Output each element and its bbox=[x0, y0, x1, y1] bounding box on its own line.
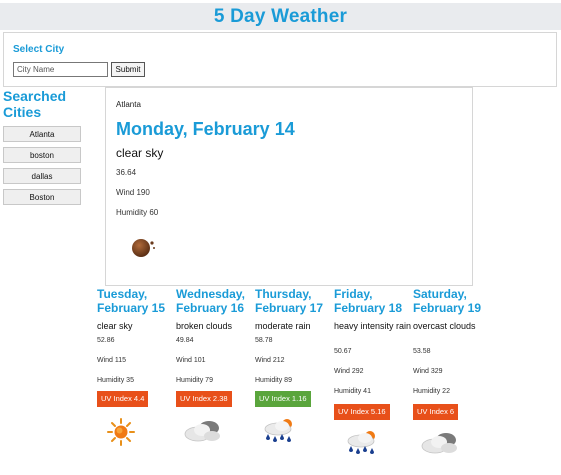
forecast-date: Wednesday, February 16 bbox=[176, 287, 245, 315]
forecast-day: Friday, February 18 heavy intensity rain… bbox=[334, 287, 414, 454]
forecast-description: broken clouds bbox=[176, 321, 233, 331]
forecast-date: Friday, February 18 bbox=[334, 287, 403, 315]
forecast-day: Tuesday, February 15 clear sky 52.86 Win… bbox=[97, 287, 177, 446]
forecast-humidity: Humidity 41 bbox=[334, 388, 371, 395]
forecast-temperature: 53.58 bbox=[413, 348, 431, 355]
searched-cities-title: Searched Cities bbox=[3, 88, 67, 120]
forecast-wind: Wind 329 bbox=[413, 368, 443, 375]
current-wind: Wind 190 bbox=[116, 188, 150, 197]
forecast-date: Thursday, February 17 bbox=[255, 287, 324, 315]
city-name-input[interactable] bbox=[13, 62, 108, 77]
forecast-date: Saturday, February 19 bbox=[413, 287, 482, 315]
forecast-date: Tuesday, February 15 bbox=[97, 287, 166, 315]
history-city-button[interactable]: Atlanta bbox=[3, 126, 81, 142]
forecast-humidity: Humidity 89 bbox=[255, 377, 292, 384]
current-humidity: Humidity 60 bbox=[116, 208, 159, 217]
forecast-description: overcast clouds bbox=[413, 321, 476, 331]
cloud-icon bbox=[421, 433, 457, 454]
forecast-day: Wednesday, February 16 broken clouds 49.… bbox=[176, 287, 256, 442]
app-header: 5 Day Weather bbox=[0, 3, 561, 30]
forecast-temperature: 58.78 bbox=[255, 337, 273, 344]
history-city-button[interactable]: boston bbox=[3, 147, 81, 163]
forecast-description: moderate rain bbox=[255, 321, 311, 331]
forecast-humidity: Humidity 22 bbox=[413, 388, 450, 395]
current-temperature: 36.64 bbox=[116, 168, 137, 177]
submit-button[interactable]: Submit bbox=[111, 62, 145, 77]
sun-icon bbox=[107, 418, 135, 446]
forecast-wind: Wind 212 bbox=[255, 357, 285, 364]
forecast-wind: Wind 101 bbox=[176, 357, 206, 364]
rain-icon bbox=[347, 431, 375, 454]
forecast-temperature: 49.84 bbox=[176, 337, 194, 344]
forecast-description: heavy intensity rain bbox=[334, 321, 412, 331]
uv-index-badge: UV Index 5.16 bbox=[334, 404, 390, 420]
history-city-button[interactable]: Boston bbox=[3, 189, 81, 205]
uv-index-badge: UV Index 6 bbox=[413, 404, 459, 420]
current-weather-card: Atlanta Monday, February 14 clear sky 36… bbox=[105, 87, 473, 286]
page-title: 5 Day Weather bbox=[213, 6, 348, 27]
current-city: Atlanta bbox=[116, 100, 141, 109]
forecast-description: clear sky bbox=[97, 321, 133, 331]
select-city-label: Select City bbox=[13, 44, 65, 55]
forecast-temperature: 50.67 bbox=[334, 348, 352, 355]
current-date: Monday, February 14 bbox=[116, 119, 295, 139]
forecast-wind: Wind 115 bbox=[97, 357, 127, 364]
clear-night-icon bbox=[132, 239, 155, 257]
uv-index-badge: UV Index 1.16 bbox=[255, 391, 311, 407]
forecast-wind: Wind 292 bbox=[334, 368, 364, 375]
city-search-panel: Select City Submit bbox=[3, 32, 557, 87]
forecast-temperature: 52.86 bbox=[97, 337, 115, 344]
history-city-button[interactable]: dallas bbox=[3, 168, 81, 184]
uv-index-badge: UV Index 2.38 bbox=[176, 391, 232, 407]
forecast-humidity: Humidity 79 bbox=[176, 377, 213, 384]
rain-icon bbox=[264, 419, 292, 442]
cloud-icon bbox=[184, 421, 220, 442]
forecast-day: Thursday, February 17 moderate rain 58.7… bbox=[255, 287, 335, 442]
forecast-humidity: Humidity 35 bbox=[97, 377, 134, 384]
current-description: clear sky bbox=[116, 146, 164, 160]
uv-index-badge: UV Index 4.4 bbox=[97, 391, 149, 407]
forecast-day: Saturday, February 19 overcast clouds 53… bbox=[413, 287, 493, 454]
